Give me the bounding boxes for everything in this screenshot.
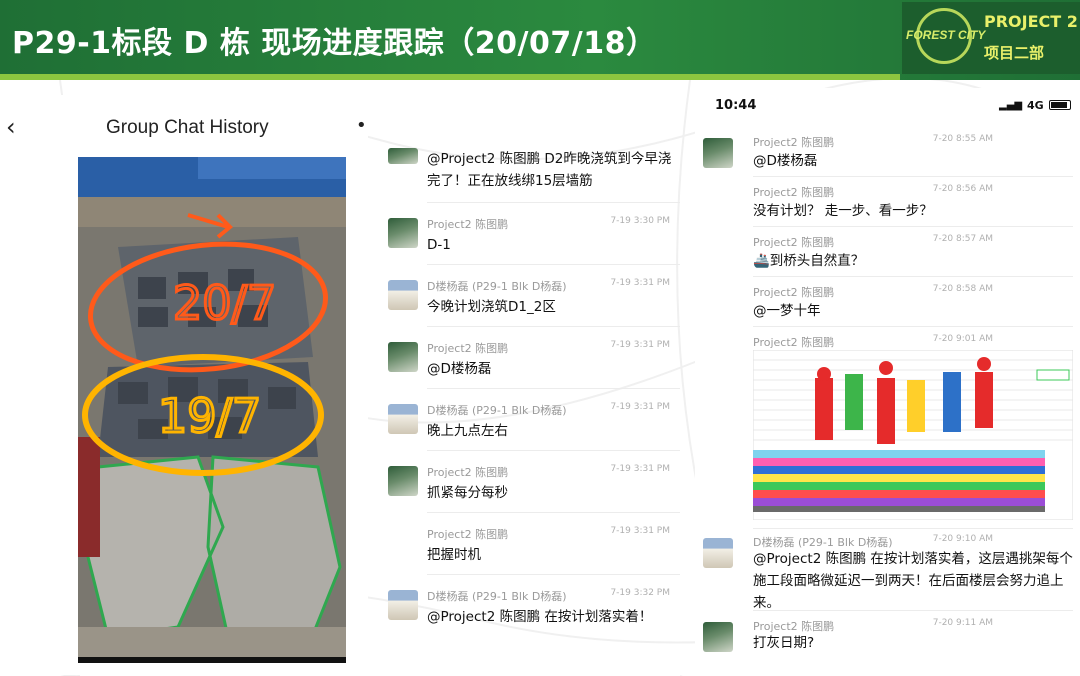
construction-schedule-image[interactable]: [753, 350, 1073, 520]
avatar: [388, 148, 418, 164]
message-time: 7-19 3:31 PM: [610, 340, 670, 350]
site-aerial-photo[interactable]: 20/7 19/7: [78, 157, 346, 659]
message-text: @一梦十年: [753, 303, 821, 319]
divider: [753, 176, 1073, 177]
message-text: 抓紧每分每秒: [427, 485, 508, 501]
message-sender: Project2 陈图鹏: [753, 186, 835, 199]
message-text: 🚢到桥头自然直？: [753, 253, 865, 269]
message-text: 打灰日期?: [753, 635, 815, 651]
avatar: [703, 622, 733, 652]
network-type: 4G: [1027, 99, 1044, 112]
message-text: 把握时机: [427, 547, 481, 563]
message-sender: D楼杨磊 (P29-1 Blk D杨磊): [427, 280, 567, 293]
message-time: 7-19 3:31 PM: [610, 526, 670, 536]
divider: [427, 512, 680, 513]
message-time: 7-20 8:55 AM: [932, 134, 993, 144]
message-sender: Project2 陈图鹏: [427, 342, 509, 355]
message-time: 7-19 3:32 PM: [610, 588, 670, 598]
message-text: @D楼杨磊: [427, 361, 492, 377]
message-text: @Project2 陈图鹏 D2昨晚浇筑到今早浇完了！正在放线绑15层墙筋: [427, 151, 672, 189]
divider: [427, 450, 680, 451]
avatar: [388, 404, 418, 434]
message-sender: Project2 陈图鹏: [427, 528, 509, 541]
message-sender: Project2 陈图鹏: [427, 218, 509, 231]
message-time: 7-20 8:58 AM: [932, 284, 993, 294]
annotation-20-7: 20/7: [173, 276, 276, 330]
status-bar-time: 10:44: [715, 98, 757, 113]
divider: [427, 202, 680, 203]
avatar: [703, 538, 733, 568]
message-text: 没有计划？ 走一步、看一步？: [753, 203, 933, 219]
logo-project: PROJECT 2: [984, 12, 1078, 31]
message-text: @D楼杨磊: [753, 153, 818, 169]
chat-history-panel: ‹ Group Chat History • 20/7 19/7: [0, 95, 368, 675]
message-sender: Project2 陈图鹏: [753, 336, 835, 349]
message-text: @Project2 陈图鹏 在按计划落实着！: [427, 609, 653, 625]
signal-icon: ▂▄▆: [999, 100, 1023, 111]
message-sender: Project2 陈图鹏: [753, 286, 835, 299]
phone-chat-panel-7-20: 10:44 ▂▄▆ 4G Project2 陈图鹏 7-20 8:55 AM @…: [695, 88, 1080, 676]
avatar: [388, 590, 418, 620]
message-time: 7-19 3:30 PM: [610, 216, 670, 226]
divider: [753, 276, 1073, 277]
message-text: @Project2 陈图鹏 在按计划落实着，这层遇挑架每个施工段面略微延迟一到两…: [753, 551, 1073, 611]
divider: [753, 528, 1073, 529]
avatar: [388, 218, 418, 248]
chat-panel-7-19: @Project2 陈图鹏 D2昨晚浇筑到今早浇完了！正在放线绑15层墙筋 Pr…: [374, 140, 680, 640]
message-sender: D楼杨磊 (P29-1 Blk D杨磊): [427, 590, 567, 603]
divider: [427, 574, 680, 575]
divider: [427, 388, 680, 389]
avatar: [388, 280, 418, 310]
divider: [753, 326, 1073, 327]
photo-bottom-bar: [78, 657, 346, 663]
message-time: 7-19 3:31 PM: [610, 278, 670, 288]
avatar: [388, 466, 418, 496]
divider: [753, 610, 1073, 611]
divider: [753, 226, 1073, 227]
chat-history-title: Group Chat History: [106, 117, 269, 138]
message-sender: Project2 陈图鹏: [427, 466, 509, 479]
logo-department: 项目二部: [984, 44, 1045, 62]
message-time: 7-20 8:56 AM: [932, 184, 993, 194]
divider: [427, 264, 680, 265]
slide-title: P29-1标段 D 栋 现场进度跟踪（20/07/18）: [12, 26, 657, 61]
message-text: 晚上九点左右: [427, 423, 508, 439]
message-time: 7-20 9:01 AM: [932, 334, 993, 344]
avatar: [388, 342, 418, 372]
battery-icon: [1049, 100, 1071, 110]
message-time: 7-20 9:11 AM: [932, 618, 993, 628]
chevron-left-icon[interactable]: ‹: [6, 113, 16, 141]
message-time: 7-20 9:10 AM: [932, 534, 993, 544]
divider: [427, 326, 680, 327]
message-time: 7-19 3:31 PM: [610, 402, 670, 412]
message-sender: Project2 陈图鹏: [753, 236, 835, 249]
avatar: [703, 138, 733, 168]
message-time: 7-19 3:31 PM: [610, 464, 670, 474]
message-text: D-1: [427, 237, 451, 253]
company-logo: FOREST CITY PROJECT 2 项目二部: [902, 2, 1080, 74]
message-sender: Project2 陈图鹏: [753, 136, 835, 149]
message-text: 今晚计划浇筑D1_2区: [427, 299, 556, 315]
annotation-19-7: 19/7: [158, 389, 261, 443]
logo-brand: FOREST CITY: [906, 28, 986, 42]
message-sender: D楼杨磊 (P29-1 Blk D杨磊): [427, 404, 567, 417]
slide-header: P29-1标段 D 栋 现场进度跟踪（20/07/18） FOREST CITY…: [0, 0, 1080, 80]
message-time: 7-20 8:57 AM: [932, 234, 993, 244]
dot-menu-icon[interactable]: •: [356, 115, 367, 136]
